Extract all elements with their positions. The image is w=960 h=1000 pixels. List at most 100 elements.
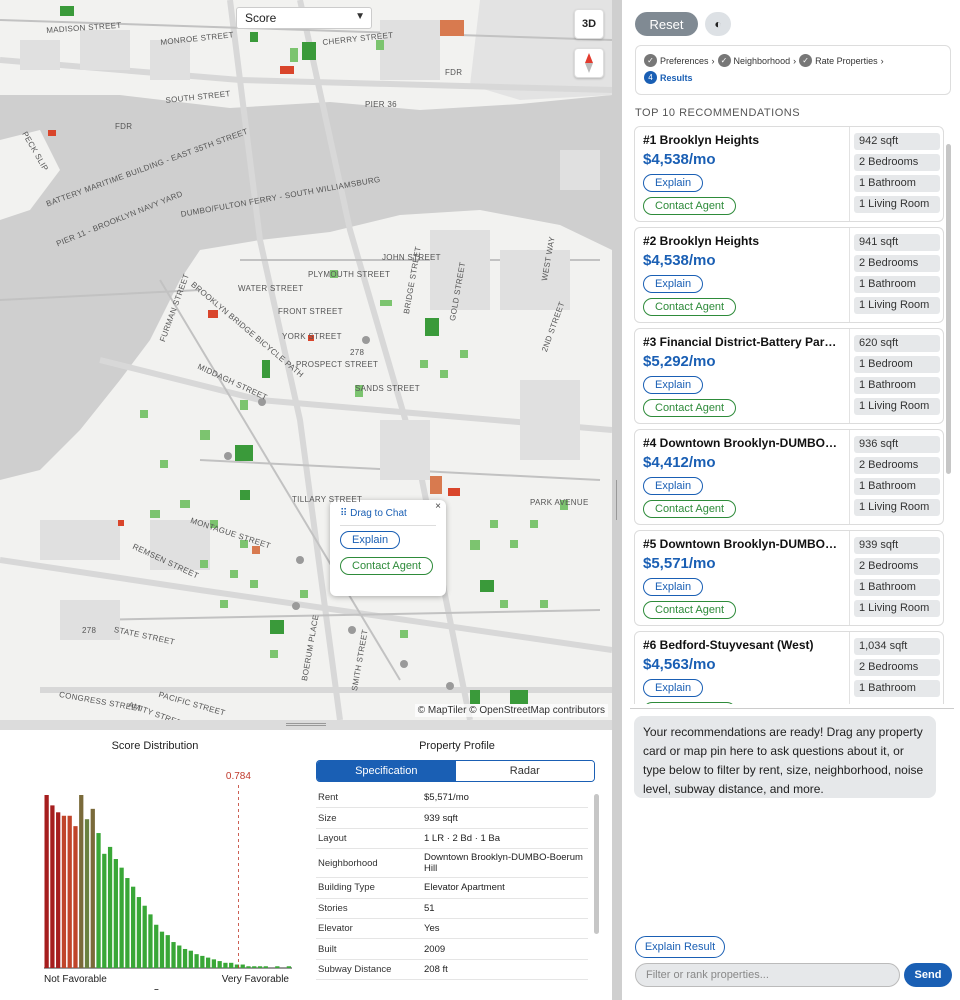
card-explain-button[interactable]: Explain (643, 376, 704, 394)
histogram-bar (119, 867, 124, 968)
street-label: 278 (350, 348, 365, 357)
step-neighborhood[interactable]: Neighborhood (734, 56, 791, 66)
histogram-bar (194, 954, 199, 968)
feature-tag: 1 Bedroom (854, 356, 940, 373)
street-label: WATER STREET (238, 284, 304, 293)
histogram-bar (182, 948, 188, 968)
spec-value: $5,571/mo (424, 792, 469, 804)
step-rate-properties[interactable]: Rate Properties (815, 56, 878, 66)
card-contact-agent-button[interactable]: Contact Agent (643, 298, 737, 316)
tab-specification[interactable]: Specification (317, 761, 456, 781)
recommendation-card[interactable]: #3 Financial District-Battery Park City $… (634, 328, 944, 424)
close-icon[interactable]: × (435, 501, 441, 512)
histogram-bar (131, 886, 136, 968)
card-contact-agent-button[interactable]: Contact Agent (643, 500, 737, 518)
analysis-panel: Score Distribution 0.784 Not Favorable Ver… (0, 730, 612, 1000)
map-attribution: © MapTiler © OpenStreetMap contributors (414, 704, 608, 717)
histogram-bar (223, 962, 228, 968)
feature-tag: 1 Bathroom (854, 478, 940, 495)
card-explain-button[interactable]: Explain (643, 679, 704, 697)
histogram-bar (246, 966, 251, 968)
street-label: FDR (115, 122, 133, 131)
horizontal-splitter[interactable] (0, 720, 612, 730)
chevron-right-icon: › (880, 55, 884, 66)
score-select[interactable]: Score ▼ (236, 7, 372, 29)
histogram-bar (84, 819, 90, 968)
card-contact-agent-button[interactable]: Contact Agent (643, 702, 737, 704)
recommendations-heading: TOP 10 RECOMMENDATIONS (635, 107, 801, 119)
spec-value: 51 (424, 902, 435, 914)
scrollbar[interactable] (594, 794, 599, 934)
street-label: TILLARY STREET (292, 495, 363, 504)
card-explain-button[interactable]: Explain (643, 174, 704, 192)
histogram-bar (159, 931, 165, 968)
reset-button[interactable]: Reset (635, 12, 698, 36)
histogram-bar (171, 942, 176, 968)
card-contact-agent-button[interactable]: Contact Agent (643, 601, 737, 619)
tab-radar[interactable]: Radar (455, 761, 594, 781)
card-explain-button[interactable]: Explain (643, 578, 704, 596)
recommendation-sidebar: Reset ◐ ✓ Preferences › ✓ Neighborhood › ✓… (622, 0, 960, 1000)
spec-key: Subway Distance (318, 963, 392, 975)
spec-row: Layout 1 LR · 2 Bd · 1 Ba (316, 829, 588, 850)
feature-tag: 620 sqft (854, 335, 940, 352)
recommendation-card[interactable]: #2 Brooklyn Heights $4,538/mo Explain Conta… (634, 227, 944, 323)
3d-toggle-button[interactable]: 3D (574, 9, 604, 39)
vertical-splitter[interactable] (612, 0, 622, 1000)
recommendation-card[interactable]: #6 Bedford-Stuyvesant (West) $4,563/mo Exp… (634, 631, 944, 704)
filter-input[interactable]: Filter or rank properties... (635, 963, 900, 987)
scrollbar[interactable] (946, 104, 951, 704)
explain-result-button[interactable]: Explain Result (635, 936, 725, 958)
feature-tag: 1 Living Room (854, 196, 940, 213)
send-button[interactable]: Send (904, 963, 952, 987)
histogram-bar (217, 961, 222, 968)
feature-tag: 1 Living Room (854, 499, 940, 516)
histogram-bar (136, 897, 142, 968)
specification-table: Rent $5,571/mo Size 939 sqft Layout 1 LR · 2 … (316, 788, 588, 998)
street-label: FRONT STREET (278, 307, 343, 316)
check-icon: ✓ (799, 54, 813, 67)
histogram-bar (107, 846, 113, 968)
popup-explain-button[interactable]: Explain (340, 531, 401, 549)
histogram-bar (252, 966, 257, 968)
spec-row: Rent $5,571/mo (316, 788, 588, 809)
theme-toggle-icon[interactable]: ◐ (705, 12, 731, 36)
card-contact-agent-button[interactable]: Contact Agent (643, 197, 737, 215)
spec-row: Elevator Yes (316, 919, 588, 940)
spec-key: Neighborhood (318, 857, 378, 869)
histogram-bar (125, 878, 130, 968)
histogram-bar (50, 805, 55, 968)
step-preferences[interactable]: Preferences (660, 56, 709, 66)
drag-to-chat-handle[interactable]: ⠿ Drag to Chat (340, 508, 436, 519)
card-explain-button[interactable]: Explain (643, 275, 704, 293)
compass-button[interactable] (574, 48, 604, 78)
step-number-badge: 4 (644, 71, 657, 84)
histogram-bar (275, 966, 280, 968)
spec-key: Layout (318, 832, 347, 844)
histogram-bar (44, 795, 49, 968)
street-label: PIER 36 (365, 100, 397, 109)
histogram-bar (148, 914, 153, 968)
street-label: SANDS STREET (355, 384, 420, 393)
chat-divider (630, 708, 954, 709)
recommendation-card[interactable]: #5 Downtown Brooklyn-DUMBO-Boerum Hill $5… (634, 530, 944, 626)
popup-contact-agent-button[interactable]: Contact Agent (340, 557, 434, 575)
spec-row: Size 939 sqft (316, 808, 588, 829)
scrollbar-thumb[interactable] (946, 144, 951, 474)
chevron-right-icon: › (711, 55, 715, 66)
card-price: $5,571/mo (643, 555, 716, 572)
recommendation-card[interactable]: #4 Downtown Brooklyn-DUMBO-Boerum Hill $4… (634, 429, 944, 525)
map-view[interactable]: Score ▼ 3D © MapTiler © OpenStreetMap co… (0, 0, 612, 720)
histogram-bar (90, 808, 95, 968)
spec-value: 939 sqft (424, 812, 458, 824)
card-explain-button[interactable]: Explain (643, 477, 704, 495)
card-price: $4,538/mo (643, 252, 716, 269)
feature-tag: 2 Bedrooms (854, 457, 940, 474)
spec-value: 2009 (424, 943, 446, 955)
feature-tag: 1 Bathroom (854, 377, 940, 394)
feature-tag: 1,034 sqft (854, 638, 940, 655)
card-contact-agent-button[interactable]: Contact Agent (643, 399, 737, 417)
histogram-bar (286, 966, 291, 968)
recommendation-card[interactable]: #1 Brooklyn Heights $4,538/mo Explain Conta… (634, 126, 944, 222)
step-results[interactable]: Results (660, 73, 693, 83)
